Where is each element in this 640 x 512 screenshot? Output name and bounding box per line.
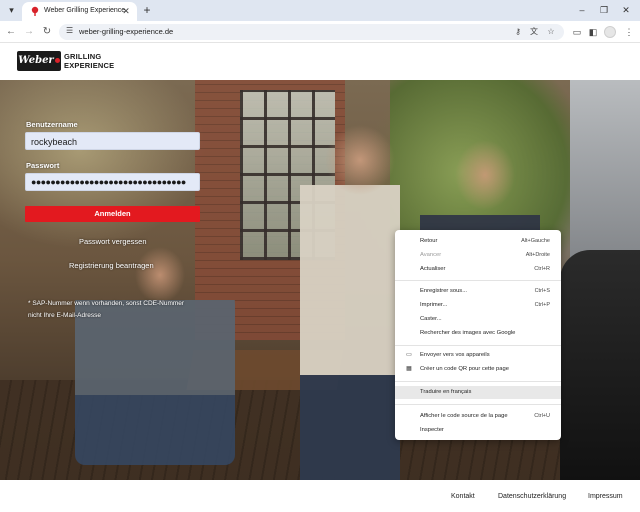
plus-icon[interactable]: + xyxy=(140,3,154,17)
forgot-password-link[interactable]: Passwort vergessen xyxy=(79,237,147,246)
menu-divider xyxy=(395,345,561,346)
contact-link[interactable]: Kontakt xyxy=(451,493,475,500)
menu-item-reload[interactable]: Actualiser Ctrl+R xyxy=(395,263,561,276)
password-label: Passwort xyxy=(26,161,60,170)
translate-icon[interactable]: 文 xyxy=(528,26,540,38)
address-bar[interactable]: ☰ weber-grilling-experience.de ⚷ 文 ☆ xyxy=(59,24,564,40)
browser-tab[interactable]: Weber Grilling Experience ✕ xyxy=(22,2,137,21)
logo-wordmark: GRILLING EXPERIENCE xyxy=(64,52,115,70)
imprint-link[interactable]: Impressum xyxy=(588,493,623,500)
password-mask: ●●●●●●●●●●●●●●●●●●●●●●●●●●●●●●●● xyxy=(31,177,186,187)
chevron-down-icon[interactable]: ▾ xyxy=(4,3,19,18)
menu-divider xyxy=(395,404,561,405)
qr-code-icon: ▦ xyxy=(406,366,412,372)
menu-item-translate[interactable]: Traduire en français xyxy=(395,386,561,399)
menu-divider xyxy=(395,381,561,382)
key-icon[interactable]: ⚷ xyxy=(512,26,524,38)
menu-item-inspect[interactable]: Inspecter xyxy=(395,424,561,437)
avatar[interactable] xyxy=(604,26,616,38)
url-text[interactable]: weber-grilling-experience.de xyxy=(79,27,173,36)
restore-icon[interactable]: ❐ xyxy=(597,3,611,17)
menu-item-forward[interactable]: Avancer Alt+Droite xyxy=(395,249,561,262)
menu-item-search-images[interactable]: Rechercher des images avec Google xyxy=(395,327,561,340)
minimize-icon[interactable]: – xyxy=(575,3,589,17)
context-menu: Retour Alt+Gauche Avancer Alt+Droite Act… xyxy=(395,230,561,440)
menu-item-send-to-devices[interactable]: ▭ Envoyer vers vos appareils xyxy=(395,349,561,362)
logo-badge: Weber xyxy=(17,51,61,71)
weber-grilling-experience-logo[interactable]: Weber GRILLING EXPERIENCE xyxy=(17,51,114,71)
kebab-menu-icon[interactable]: ⋮ xyxy=(622,25,636,39)
menu-item-qr-code[interactable]: ▦ Créer un code QR pour cette page xyxy=(395,363,561,376)
forward-arrow-icon[interactable]: → xyxy=(22,25,36,39)
side-panel-icon[interactable]: ◧ xyxy=(586,25,600,39)
menu-item-save-as[interactable]: Enregistrer sous... Ctrl+S xyxy=(395,285,561,298)
register-link[interactable]: Registrierung beantragen xyxy=(69,261,154,270)
username-value: rockybeach xyxy=(31,137,78,147)
site-footer: Kontakt Datenschutzerklärung Impressum xyxy=(0,480,640,512)
tab-title: Weber Grilling Experience xyxy=(44,7,126,14)
username-field[interactable]: rockybeach xyxy=(25,132,200,150)
menu-item-print[interactable]: Imprimer... Ctrl+P xyxy=(395,299,561,312)
weber-favicon-icon xyxy=(31,6,39,16)
close-icon[interactable]: ✕ xyxy=(120,5,132,17)
browser-tab-strip: ▾ Weber Grilling Experience ✕ + – ❐ ✕ xyxy=(0,0,640,21)
site-header: Weber GRILLING EXPERIENCE xyxy=(0,43,640,80)
privacy-link[interactable]: Datenschutzerklärung xyxy=(498,493,566,500)
site-info-icon[interactable]: ☰ xyxy=(66,26,73,35)
login-button[interactable]: Anmelden xyxy=(25,206,200,222)
back-arrow-icon[interactable]: ← xyxy=(4,25,18,39)
window-close-icon[interactable]: ✕ xyxy=(619,3,633,17)
menu-divider xyxy=(395,280,561,281)
menu-item-back[interactable]: Retour Alt+Gauche xyxy=(395,235,561,248)
cast-icon[interactable]: ▭ xyxy=(570,25,584,39)
devices-icon: ▭ xyxy=(406,352,412,358)
password-field[interactable]: ●●●●●●●●●●●●●●●●●●●●●●●●●●●●●●●● xyxy=(25,173,200,191)
browser-toolbar: ← → ↻ ☰ weber-grilling-experience.de ⚷ 文… xyxy=(0,21,640,43)
sap-number-note: * SAP-Nummer wenn vorhanden, sonst CDE-N… xyxy=(28,300,185,319)
reload-icon[interactable]: ↻ xyxy=(40,25,54,39)
username-label: Benutzername xyxy=(26,120,78,129)
menu-item-view-source[interactable]: Afficher le code source de la page Ctrl+… xyxy=(395,410,561,423)
star-icon[interactable]: ☆ xyxy=(545,26,557,38)
menu-item-cast[interactable]: Caster... xyxy=(395,313,561,326)
